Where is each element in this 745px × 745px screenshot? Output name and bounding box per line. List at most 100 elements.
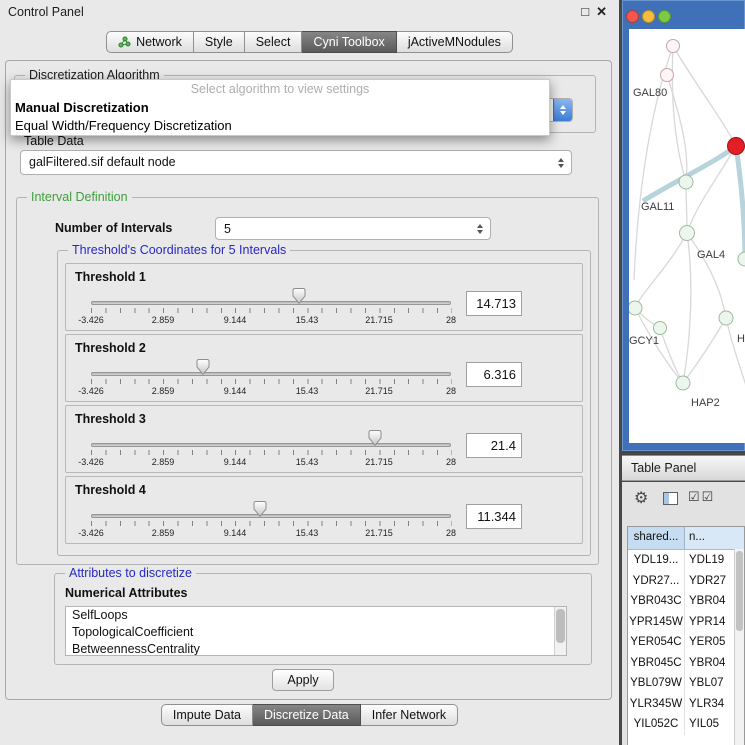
gear-icon[interactable]: ⚙	[634, 488, 648, 508]
zoom-traffic-light-icon[interactable]	[658, 10, 671, 23]
combo-spinner-icon[interactable]	[558, 158, 564, 168]
table-row[interactable]: YLR345WYLR34	[628, 694, 744, 715]
tab-jactivemodules[interactable]: jActiveMNodules	[397, 31, 513, 53]
attributes-group-title: Attributes to discretize	[65, 566, 196, 580]
float-window-icon[interactable]: □	[581, 4, 589, 20]
tick-label: 28	[446, 457, 456, 467]
threshold-value-input[interactable]	[466, 362, 522, 387]
tab-label: Style	[205, 32, 233, 53]
network-icon	[118, 36, 131, 48]
tick-label: 21.715	[365, 315, 393, 325]
threshold-panel: Threshold 1 -3.4262.8599.14415.4321.7152…	[65, 263, 583, 331]
algorithm-placeholder: Select algorithm to view settings	[11, 80, 549, 99]
cyni-toolbox-panel: Discretization Algorithm Select algorith…	[5, 60, 612, 700]
interval-definition-group: Interval Definition Number of Intervals …	[16, 197, 599, 565]
svg-text:GAL80: GAL80	[633, 87, 667, 99]
tab-select[interactable]: Select	[245, 31, 303, 53]
tab-label: Infer Network	[372, 705, 446, 726]
screen: Control Panel □ ✕ Network Style Select C…	[0, 0, 745, 745]
tick-label: 28	[446, 528, 456, 538]
tick-label: 15.43	[296, 457, 319, 467]
tick-label: 9.144	[224, 386, 247, 396]
tick-label: 9.144	[224, 528, 247, 538]
tab-style[interactable]: Style	[194, 31, 245, 53]
minimize-traffic-light-icon[interactable]	[642, 10, 655, 23]
table-header-row: shared... n...	[628, 527, 744, 550]
cyni-bottom-tabs: Impute Data Discretize Data Infer Networ…	[0, 704, 619, 726]
slider-tick-labels: -3.4262.8599.14415.4321.71528	[91, 315, 451, 326]
control-panel-tabs: Network Style Select Cyni Toolbox jActiv…	[0, 31, 619, 53]
tick-label: 21.715	[365, 528, 393, 538]
threshold-value-input[interactable]	[466, 433, 522, 458]
table-row[interactable]: YBR043CYBR04	[628, 591, 744, 612]
table-row[interactable]: YDR27...YDR27	[628, 571, 744, 592]
slider-zone[interactable]	[91, 288, 451, 306]
slider-thumb[interactable]	[292, 288, 305, 304]
threshold-label: Threshold 4	[75, 483, 146, 497]
slider-thumb[interactable]	[196, 359, 209, 375]
threshold-value-input[interactable]	[466, 291, 522, 316]
table-row[interactable]: YBR045CYBR04	[628, 653, 744, 674]
svg-text:HAP2: HAP2	[691, 397, 720, 409]
list-scrollbar[interactable]	[554, 607, 566, 655]
close-traffic-light-icon[interactable]	[626, 10, 639, 23]
column-grid-icon[interactable]	[663, 492, 678, 505]
threshold-label: Threshold 2	[75, 341, 146, 355]
tick-label: 28	[446, 315, 456, 325]
slider-zone[interactable]	[91, 359, 451, 377]
tab-label: jActiveMNodules	[408, 32, 501, 53]
algorithm-option-manual[interactable]: Manual Discretization	[11, 99, 549, 117]
combo-spinner-icon[interactable]	[477, 224, 483, 234]
list-item[interactable]: BetweennessCentrality	[66, 641, 566, 656]
control-panel-window: Control Panel □ ✕ Network Style Select C…	[0, 0, 619, 745]
num-intervals-combobox[interactable]: 5	[215, 217, 491, 240]
combo-arrows-icon[interactable]	[553, 99, 572, 121]
list-item[interactable]: SelfLoops	[66, 607, 566, 624]
tick-label: 15.43	[296, 528, 319, 538]
table-scrollbar[interactable]	[734, 549, 744, 745]
tab-label: Discretize Data	[264, 705, 349, 726]
tab-label: Impute Data	[173, 705, 241, 726]
tab-impute-data[interactable]: Impute Data	[161, 704, 253, 726]
numeric-attributes-list[interactable]: SelfLoopsTopologicalCoefficientBetweenne…	[65, 606, 567, 656]
network-canvas[interactable]: GAL80 GAL11 GAL4 GCY1 HAP2 H	[629, 29, 745, 443]
tab-label: Select	[256, 32, 291, 53]
table-row[interactable]: YDL19...YDL19	[628, 550, 744, 571]
slider-tick-labels: -3.4262.8599.14415.4321.71528	[91, 386, 451, 397]
close-window-icon[interactable]: ✕	[596, 4, 607, 20]
table-data-combobox[interactable]: galFiltered.sif default node	[20, 150, 572, 175]
slider-ticks	[91, 379, 452, 384]
threshold-label: Threshold 3	[75, 412, 146, 426]
tick-label: 2.859	[152, 457, 175, 467]
column-header-name[interactable]: n...	[685, 527, 744, 549]
tick-label: 28	[446, 386, 456, 396]
tick-label: 2.859	[152, 386, 175, 396]
tab-discretize-data[interactable]: Discretize Data	[253, 704, 361, 726]
tab-network[interactable]: Network	[106, 31, 194, 53]
algorithm-option-equal-width[interactable]: Equal Width/Frequency Discretization	[11, 117, 549, 135]
slider-thumb[interactable]	[369, 430, 382, 446]
tab-infer-network[interactable]: Infer Network	[361, 704, 458, 726]
list-item[interactable]: TopologicalCoefficient	[66, 624, 566, 641]
table-row[interactable]: YPR145WYPR14	[628, 612, 744, 633]
column-header-shared-name[interactable]: shared...	[628, 527, 685, 549]
table-row[interactable]: YER054CYER05	[628, 632, 744, 653]
threshold-panel: Threshold 2 -3.4262.8599.14415.4321.7152…	[65, 334, 583, 402]
tick-label: 9.144	[224, 315, 247, 325]
slider-thumb[interactable]	[254, 501, 267, 517]
thresholds-container: Threshold 1 -3.4262.8599.14415.4321.7152…	[65, 263, 583, 547]
tab-cyni-toolbox[interactable]: Cyni Toolbox	[302, 31, 396, 53]
slider-zone[interactable]	[91, 430, 451, 448]
slider-ticks	[91, 308, 452, 313]
apply-button[interactable]: Apply	[272, 669, 334, 691]
svg-text:GAL11: GAL11	[641, 201, 674, 213]
thresholds-group: Threshold's Coordinates for 5 Intervals …	[57, 250, 591, 556]
table-row[interactable]: YIL052CYIL05	[628, 714, 744, 735]
attributes-group: Attributes to discretize Numerical Attri…	[54, 573, 592, 665]
select-columns-checkbox-icons[interactable]: ☑☑	[688, 489, 715, 505]
threshold-value-input[interactable]	[466, 504, 522, 529]
slider-zone[interactable]	[91, 501, 451, 519]
tick-label: 21.715	[365, 457, 393, 467]
table-row[interactable]: YBL079WYBL07	[628, 673, 744, 694]
numerical-attributes-label: Numerical Attributes	[65, 586, 187, 600]
